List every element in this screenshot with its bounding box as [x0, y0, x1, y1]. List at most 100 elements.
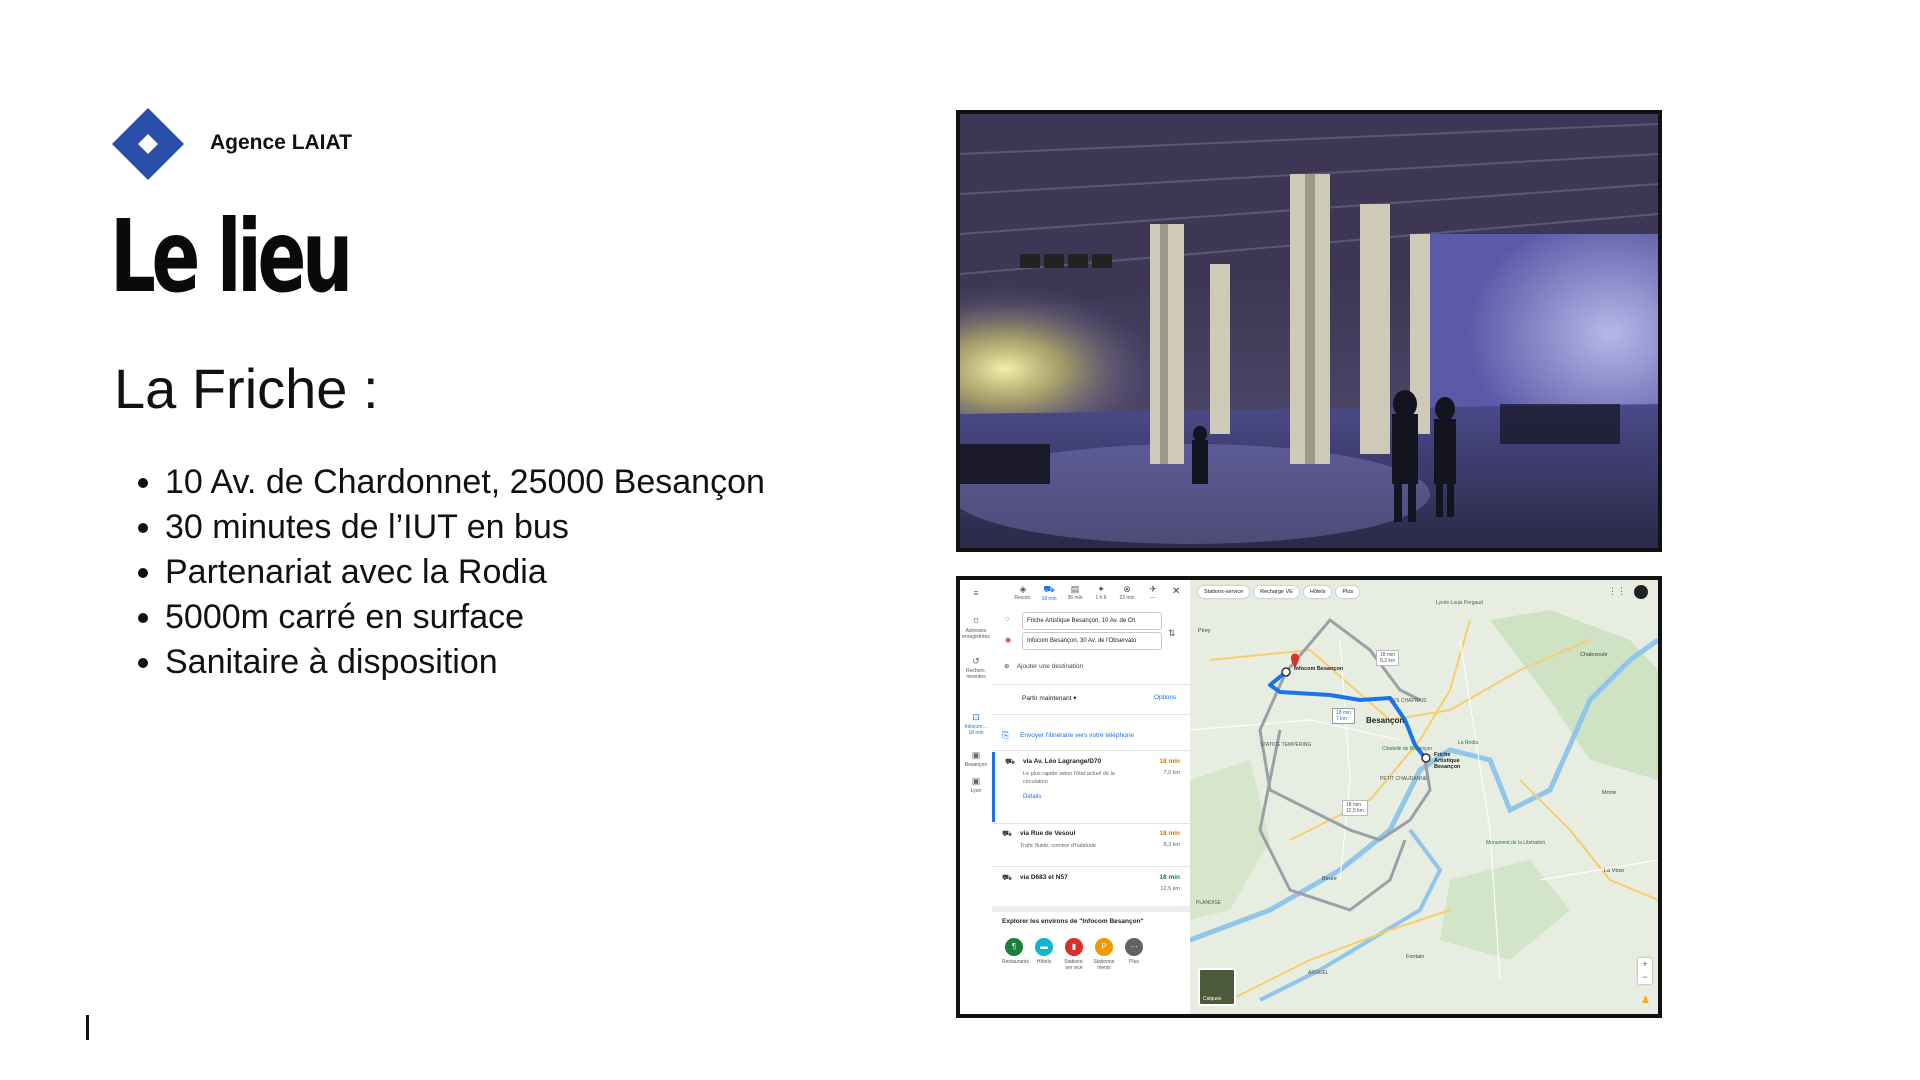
map-label-arguel: ARGUEL [1308, 970, 1329, 976]
depart-time-select[interactable]: Partir maintenant ▾ [1022, 694, 1077, 702]
category-label: Stations-ser vice [1064, 959, 1084, 971]
agency-logo [112, 108, 184, 180]
map-label-citadelle: Citadelle de Besançon [1382, 746, 1433, 752]
route-distance: 8,3 km [1163, 842, 1180, 848]
category-restaurants[interactable]: ¶ Restaurants [1002, 938, 1029, 971]
text-cursor [86, 1015, 89, 1040]
mode-label: 18 min [1041, 596, 1057, 602]
mode-best[interactable]: ◈ Recom. [1012, 584, 1034, 606]
map-label-infocom: Infocom Besançon [1294, 666, 1344, 672]
saved-places-item[interactable]: ⌑ Adresses enregistrées [962, 616, 990, 640]
route-distance: 7,0 km [1163, 770, 1180, 776]
route-option[interactable]: ⛟ via D683 et N57 18 min 12,5 km [992, 868, 1190, 904]
map-illustration [1190, 580, 1658, 1014]
venue-facts-list: 10 Av. de Chardonnet, 25000 Besançon 30 … [130, 460, 765, 685]
bookmark-icon: ⌑ [973, 616, 979, 626]
add-destination-button[interactable]: ⊕ Ajouter une destination [1004, 662, 1083, 670]
chip-more[interactable]: Plus [1336, 586, 1360, 598]
recent-place-besancon[interactable]: ▣ Besançon [962, 750, 990, 768]
category-parking[interactable]: P Stationne ments [1092, 938, 1116, 971]
map-label-fontain: Fontain [1406, 954, 1425, 960]
destination-input[interactable]: Infocom Besançon, 30 Av. de l'Observato [1022, 632, 1162, 650]
mode-label: 23 min [1119, 595, 1135, 601]
map-label-morre: Morre [1602, 790, 1617, 796]
recent-place-lyon[interactable]: ▣ Lyon [962, 776, 990, 794]
map-label-beure: Beure [1322, 876, 1337, 882]
recent-searches-item[interactable]: ↺ Recherc. récentes [962, 656, 990, 680]
route-time: 18 min [1159, 830, 1180, 837]
bike-icon: ⊗ [1123, 584, 1131, 594]
mode-label: 1 h 6 [1095, 595, 1107, 601]
divider [992, 714, 1190, 715]
layers-button[interactable]: Calques [1198, 968, 1236, 1006]
route-distance: 12,5 km [1160, 886, 1180, 892]
mode-label: 36 min [1067, 595, 1083, 601]
callout-distance: 12,5 km [1346, 808, 1364, 814]
send-to-phone-link[interactable]: Envoyer l'itinéraire vers votre téléphon… [1020, 732, 1134, 739]
menu-icon[interactable]: ≡ [962, 588, 990, 599]
rail-label: Besançon [964, 762, 988, 768]
current-route-item[interactable]: ⊡ Infocom… 18 min [962, 712, 990, 736]
explore-title: Explorer les environs de "Infocom Besanç… [1002, 918, 1144, 925]
list-item: 5000m carré en surface [165, 595, 765, 640]
route-option[interactable]: ⛟ via Rue de Vesoul 18 min Trafic fluide… [992, 824, 1190, 864]
map-label-tempering: STATICE TEMPERING [1260, 742, 1312, 748]
history-icon: ↺ [972, 656, 980, 666]
route-name: via D683 et N57 [1020, 874, 1068, 881]
mode-car[interactable]: ⛟ 18 min [1038, 584, 1060, 606]
options-link[interactable]: Options [1154, 694, 1176, 701]
route-details-link[interactable]: Détails [1023, 794, 1041, 800]
chip-hotels[interactable]: Hôtels [1303, 586, 1332, 598]
callout-distance: 8,3 km [1380, 658, 1396, 664]
category-hotels[interactable]: ▬ Hôtels [1032, 938, 1056, 971]
map-label-pirey: Pirey [1198, 628, 1211, 634]
route-option[interactable]: ⛟ via Av. Léo Lagrange/D70 18 min Le plu… [992, 752, 1190, 822]
mode-label: — [1150, 595, 1156, 601]
category-label: Plus [1129, 959, 1139, 965]
mode-flight[interactable]: ✈ — [1142, 584, 1164, 606]
swap-icon[interactable]: ⇅ [1168, 628, 1176, 639]
map-canvas[interactable]: Stations-service Recharge VE Hôtels Plus… [1190, 580, 1658, 1014]
zoom-out-button[interactable]: − [1638, 971, 1652, 984]
bus-icon: ▤ [1070, 584, 1080, 594]
directions-icon: ◈ [1019, 584, 1027, 594]
route-time-callout: 18 min 7 km [1332, 708, 1356, 724]
route-name: via Av. Léo Lagrange/D70 [1023, 758, 1102, 765]
list-item: Sanitaire à disposition [165, 640, 765, 685]
car-icon: ⛟ [1043, 584, 1055, 594]
category-label: Restaurants [1002, 959, 1029, 965]
photo-icon: ▣ [971, 776, 981, 786]
avatar[interactable] [1634, 585, 1648, 599]
maps-side-rail: ≡ ⌑ Adresses enregistrées ↺ Recherc. récen… [960, 580, 993, 1014]
map-label-planoise: PLANOISE [1196, 900, 1222, 906]
map-label-lycee: Lycée Louis Pergaud [1436, 600, 1483, 606]
list-item: 10 Av. de Chardonnet, 25000 Besançon [165, 460, 765, 505]
mode-bike[interactable]: ⊗ 23 min [1116, 584, 1138, 606]
map-label-les-chaprais: LES CHAPRAIS [1390, 698, 1427, 704]
walk-icon: ✦ [1097, 584, 1105, 594]
divider [992, 750, 1190, 751]
origin-input[interactable]: Friche Artistique Besançon, 10 Av. de Ch [1022, 612, 1162, 630]
restaurant-icon: ¶ [1005, 938, 1023, 956]
zoom-controls: + − [1638, 958, 1652, 984]
route-time: 18 min [1159, 874, 1180, 881]
mode-label: Recom. [1014, 595, 1032, 601]
photo-icon: ▣ [971, 750, 981, 760]
mode-walk[interactable]: ✦ 1 h 6 [1090, 584, 1112, 606]
category-gas-stations[interactable]: ▮ Stations-ser vice [1062, 938, 1086, 971]
divider [992, 684, 1190, 685]
category-more[interactable]: ··· Plus [1122, 938, 1146, 971]
alt-route-callout: 18 min 8,3 km [1376, 650, 1400, 666]
chip-ev-charging[interactable]: Recharge VE [1254, 586, 1299, 598]
destination-pin-icon: ◉ [1005, 637, 1012, 644]
apps-grid-icon[interactable]: ⋮⋮ [1608, 586, 1626, 597]
travel-modes: ◈ Recom. ⛟ 18 min ▤ 36 min ✦ 1 h 6 ⊗ 23 min ✈… [1012, 584, 1164, 606]
route-description: Le plus rapide selon l'état actuel de la… [1023, 771, 1115, 785]
street-view-icon[interactable]: ♟ [1641, 995, 1650, 1006]
chip-gas-stations[interactable]: Stations-service [1198, 586, 1250, 598]
mode-transit[interactable]: ▤ 36 min [1064, 584, 1086, 606]
close-icon[interactable]: ✕ [1172, 586, 1180, 597]
zoom-in-button[interactable]: + [1638, 958, 1652, 971]
car-icon: ⛟ [1002, 873, 1013, 882]
venue-photo [956, 110, 1662, 552]
